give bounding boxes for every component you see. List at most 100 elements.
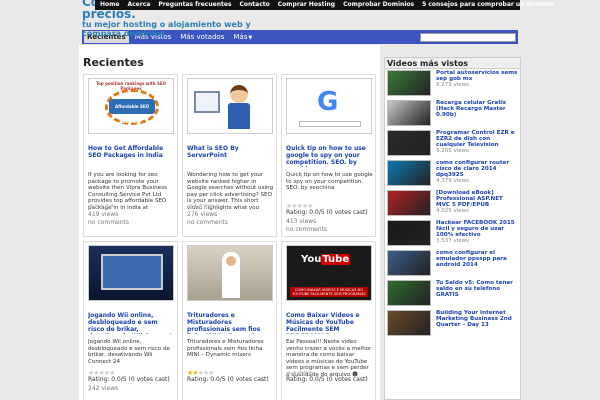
popular-video-list: Portal autoservicios sems sep gob mx 9.27… bbox=[385, 69, 520, 341]
list-item: Tu Saldo v5: Como tener saldo en su tele… bbox=[387, 280, 518, 309]
list-item-body: Tu Saldo v5: Como tener saldo en su tele… bbox=[436, 280, 518, 309]
star-icon[interactable]: ★ bbox=[208, 202, 214, 210]
video-thumbnail[interactable] bbox=[88, 245, 174, 301]
list-item: Building Your Internet Marketing Busines… bbox=[387, 310, 518, 339]
list-item: Portal autoservicios sems sep gob mx 9.27… bbox=[387, 70, 518, 99]
video-thumbnail[interactable] bbox=[387, 130, 431, 156]
video-card: YouTube COMO BAIXAR VÍDEOS E MÚSICAS DO Y… bbox=[281, 241, 376, 400]
search-bar-icon bbox=[299, 121, 361, 127]
view-count: 5.205 views bbox=[436, 148, 470, 154]
video-thumbnail[interactable]: G bbox=[286, 78, 372, 134]
top-menu-contacto[interactable]: Contacto bbox=[239, 1, 269, 10]
video-thumbnail[interactable] bbox=[387, 220, 431, 246]
search-input[interactable] bbox=[420, 32, 516, 42]
video-title-link[interactable]: como configurar router cisco de claro 20… bbox=[436, 160, 518, 178]
section-heading: Recientes bbox=[83, 56, 144, 69]
video-title-link[interactable]: Building Your Internet Marketing Busines… bbox=[436, 310, 518, 328]
video-title-link[interactable]: Trituradores e Misturadores profissionai… bbox=[187, 312, 274, 334]
video-card: Trituradores e Misturadores profissionai… bbox=[182, 241, 277, 400]
video-thumbnail[interactable] bbox=[387, 190, 431, 216]
rating-text: Rating: 0.0/5 (0 votes cast) bbox=[187, 376, 269, 383]
list-item-body: como configurar el emulador ppsspp para … bbox=[436, 250, 518, 279]
video-title-link[interactable]: Quick tip on how to use google to spy on… bbox=[286, 145, 373, 167]
top-menu-consejos[interactable]: 5 consejos para comprobar un dominio bbox=[422, 1, 554, 10]
list-item-body: Building Your Internet Marketing Busines… bbox=[436, 310, 518, 339]
video-title-link[interactable]: How to Get Affordable SEO Packages in In… bbox=[88, 145, 175, 167]
top-menu-home[interactable]: Home bbox=[100, 1, 119, 10]
list-item: [Download eBook] Professional ASP.NET MV… bbox=[387, 190, 518, 219]
thumbnail-label: Affordable SEO Services bbox=[109, 99, 155, 124]
comment-count[interactable]: no comments bbox=[88, 219, 129, 226]
video-title-link[interactable]: como configurar el emulador ppsspp para … bbox=[436, 250, 518, 268]
rating-text: Rating: 0.0/5 (0 votes cast) bbox=[286, 209, 368, 216]
list-item-body: [Download eBook] Professional ASP.NET MV… bbox=[436, 190, 518, 219]
video-thumbnail[interactable] bbox=[387, 160, 431, 186]
view-count: 9.273 views bbox=[436, 82, 470, 88]
video-card: G Quick tip on how to use google to spy o… bbox=[281, 74, 376, 237]
thumbnail-caption: COMO BAIXAR VÍDEOS E MÚSICAS DO YOUTUBE … bbox=[290, 287, 368, 297]
view-count: 413 views bbox=[286, 218, 317, 225]
rating-text: Rating: 0.0/5 (0 votes cast) bbox=[88, 376, 170, 383]
tv-screen-icon bbox=[101, 254, 163, 290]
video-thumbnail[interactable]: YouTube COMO BAIXAR VÍDEOS E MÚSICAS DO Y… bbox=[286, 245, 372, 301]
top-menu-dominios[interactable]: Comprobar Dominios bbox=[343, 1, 414, 10]
rating-text: Rating: 0.0/5 (0 votes cast) bbox=[286, 376, 368, 383]
view-count: 4.379 views bbox=[436, 178, 470, 184]
cartoon-body-icon bbox=[228, 103, 250, 129]
video-grid: Top position rankings with SEO Packages A… bbox=[83, 74, 376, 400]
video-card: What is SEO By ServerPoint Wondering how … bbox=[182, 74, 277, 237]
video-title-link[interactable]: Como Baixar Vídeos e Músicas do YouTube … bbox=[286, 312, 373, 334]
main-content: Recientes Top position rankings with SEO… bbox=[79, 45, 380, 400]
video-title-link[interactable]: Jogando Wii online, desbloqueado e sem r… bbox=[88, 312, 175, 334]
star-icon[interactable]: ★ bbox=[109, 202, 115, 210]
video-title-link[interactable]: [Download eBook] Professional ASP.NET MV… bbox=[436, 190, 518, 208]
list-item-body: Portal autoservicios sems sep gob mx 9.27… bbox=[436, 70, 518, 99]
comment-count[interactable]: no comments bbox=[286, 226, 327, 233]
site-tagline: tu mejor hosting o alojamiento web y com… bbox=[82, 20, 251, 38]
chef-head-icon bbox=[226, 256, 236, 266]
top-menu-faq[interactable]: Preguntas frecuentes bbox=[158, 1, 231, 10]
list-item: como configurar el emulador ppsspp para … bbox=[387, 250, 518, 279]
video-title-link[interactable]: What is SEO By ServerPoint bbox=[187, 145, 274, 167]
video-thumbnail[interactable] bbox=[387, 100, 431, 126]
list-item: Hackear FACEBOOK 2015 fácil y seguro de … bbox=[387, 220, 518, 249]
top-menu: Home Acerca Preguntas frecuentes Contact… bbox=[95, 0, 554, 10]
browser-window-icon bbox=[194, 91, 220, 113]
video-thumbnail[interactable] bbox=[387, 250, 431, 276]
video-title-link[interactable]: Portal autoservicios sems sep gob mx bbox=[436, 70, 518, 82]
sidebar: Videos más vistos Portal autoservicios s… bbox=[384, 57, 521, 400]
youtube-logo-icon: YouTube bbox=[301, 254, 351, 265]
video-thumbnail[interactable] bbox=[387, 310, 431, 336]
sidebar-heading: Videos más vistos bbox=[385, 58, 520, 69]
view-count: 419 views bbox=[88, 211, 119, 218]
video-title-link[interactable]: Tu Saldo v5: Como tener saldo en su tele… bbox=[436, 280, 518, 298]
video-title-link[interactable]: Hackear FACEBOOK 2015 fácil y seguro de … bbox=[436, 220, 518, 238]
list-item-body: Hackear FACEBOOK 2015 fácil y seguro de … bbox=[436, 220, 518, 249]
star-rating[interactable]: ★★★★★ bbox=[88, 202, 115, 210]
top-menu-hosting[interactable]: Comprar Hosting bbox=[278, 1, 335, 10]
video-thumbnail[interactable] bbox=[187, 245, 273, 301]
view-count: 3.537 views bbox=[436, 238, 470, 244]
comment-count[interactable]: no comments bbox=[187, 219, 228, 226]
star-rating[interactable]: ★★★★★ bbox=[187, 202, 214, 210]
video-thumbnail[interactable] bbox=[387, 70, 431, 96]
top-menu-acerca[interactable]: Acerca bbox=[127, 1, 150, 10]
list-item: Programar Control EZR e EZR2 de dish con… bbox=[387, 130, 518, 159]
video-thumbnail[interactable] bbox=[187, 78, 273, 134]
video-title-link[interactable]: Programar Control EZR e EZR2 de dish con… bbox=[436, 130, 518, 148]
view-count: 242 views bbox=[88, 385, 119, 392]
list-item-body: Programar Control EZR e EZR2 de dish con… bbox=[436, 130, 518, 159]
list-item: como configurar router cisco de claro 20… bbox=[387, 160, 518, 189]
list-item-body: Recarga celular Gratis (Hack Recargo Mas… bbox=[436, 100, 518, 129]
list-item: Recarga celular Gratis (Hack Recargo Mas… bbox=[387, 100, 518, 129]
google-logo-icon: G bbox=[317, 87, 339, 117]
view-count: 4.025 views bbox=[436, 208, 470, 214]
video-thumbnail[interactable] bbox=[387, 280, 431, 306]
list-item-body: como configurar router cisco de claro 20… bbox=[436, 160, 518, 189]
cartoon-head-icon bbox=[230, 85, 248, 103]
view-count: 276 views bbox=[187, 211, 218, 218]
video-thumbnail[interactable]: Top position rankings with SEO Packages A… bbox=[88, 78, 174, 134]
video-card: Top position rankings with SEO Packages A… bbox=[83, 74, 178, 237]
video-card: Jogando Wii online, desbloqueado e sem r… bbox=[83, 241, 178, 400]
video-title-link[interactable]: Recarga celular Gratis (Hack Recargo Mas… bbox=[436, 100, 518, 118]
